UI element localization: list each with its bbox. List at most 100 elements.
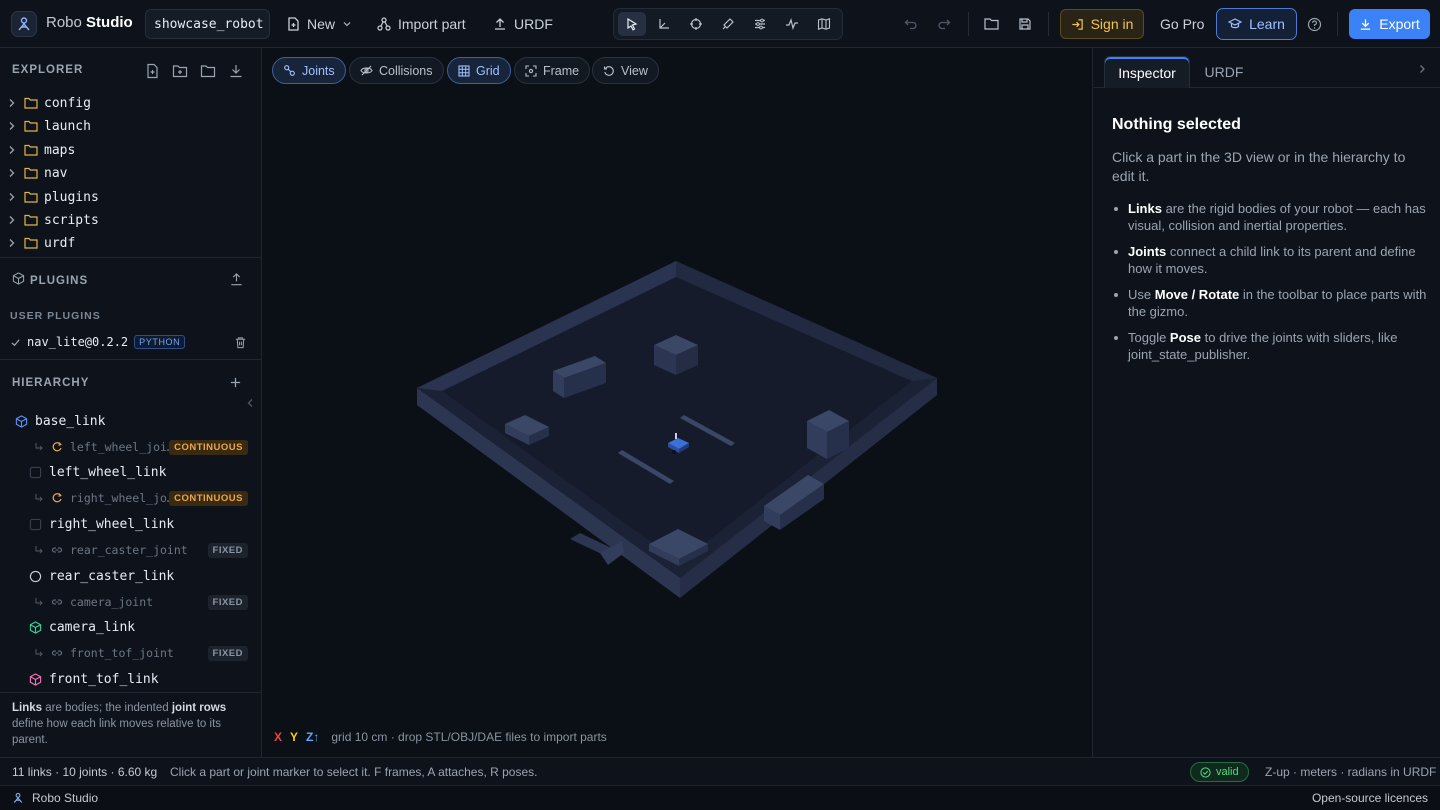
new-folder-icon[interactable] <box>172 63 188 79</box>
joint-name: front_tof_joint <box>70 646 174 660</box>
licences-link[interactable]: Open-source licences <box>1312 791 1428 805</box>
rotate-tool[interactable] <box>682 12 710 36</box>
hierarchy-joint-row[interactable]: left_wheel_joi… CONTINUOUS <box>34 436 262 458</box>
folder-row[interactable]: urdf <box>6 233 75 253</box>
download-icon[interactable] <box>228 63 244 79</box>
tab-inspector[interactable]: Inspector <box>1104 56 1190 88</box>
folder-name: config <box>44 95 91 111</box>
axis-z-label: Z↑ <box>306 730 320 744</box>
redo-button[interactable] <box>934 14 954 34</box>
folder-row[interactable]: plugins <box>6 187 99 207</box>
collisions-toggle[interactable]: Collisions <box>349 57 444 84</box>
urdf-button[interactable]: URDF <box>493 12 553 36</box>
tip-item: Use Move / Rotate in the toolbar to plac… <box>1112 286 1430 320</box>
explorer-title: EXPLORER <box>12 64 84 76</box>
sliders-icon <box>755 18 765 30</box>
folder-icon <box>24 191 38 203</box>
arena-scene[interactable] <box>412 253 942 603</box>
grid-toggle[interactable]: Grid <box>447 57 511 84</box>
fixed-joint-link-icon <box>51 547 63 553</box>
view-button[interactable]: View <box>592 57 659 84</box>
model-summary: 11 links · 10 joints · 6.60 kg <box>12 765 158 779</box>
section-divider <box>0 692 261 693</box>
folder-row[interactable]: maps <box>6 140 75 160</box>
indent-arrow-icon <box>35 598 43 606</box>
top-bar: Robo Studio showcase_robot New Import pa… <box>0 0 1440 48</box>
sign-in-button[interactable]: Sign in <box>1060 9 1144 39</box>
new-button[interactable]: New <box>286 12 352 36</box>
tip-bold: Joints <box>1128 244 1167 259</box>
tip-prefix: Toggle <box>1128 330 1170 345</box>
plot-tool[interactable] <box>778 12 806 36</box>
open-button[interactable] <box>982 14 1002 34</box>
hierarchy-joint-row[interactable]: right_wheel_jo… CONTINUOUS <box>34 487 262 509</box>
folder-icon <box>24 237 38 249</box>
axis-indicator: X Y Z↑ grid 10 cm · drop STL/OBJ/DAE fil… <box>274 730 607 744</box>
wheel-link-icon <box>29 466 42 478</box>
import-part-icon <box>377 17 391 31</box>
hierarchy-link-row[interactable]: front_tof_link <box>29 668 159 690</box>
hierarchy-link-row[interactable]: right_wheel_link <box>29 513 174 535</box>
hierarchy-joint-row[interactable]: rear_caster_joint FIXED <box>34 539 262 561</box>
select-tool[interactable] <box>618 12 646 36</box>
pose-tool[interactable] <box>746 12 774 36</box>
inspector-description: Click a part in the 3D view or in the hi… <box>1112 149 1406 184</box>
learn-button[interactable]: Learn <box>1216 8 1297 40</box>
joints-toggle[interactable]: Joints <box>272 57 346 84</box>
chevron-right-icon[interactable] <box>1417 64 1427 74</box>
view-label: View <box>621 63 648 78</box>
save-button[interactable] <box>1015 14 1035 34</box>
hierarchy-joint-row[interactable]: front_tof_joint FIXED <box>34 642 262 664</box>
app-logo[interactable] <box>11 11 37 37</box>
export-label: Export <box>1379 16 1420 32</box>
hierarchy-link-row[interactable]: rear_caster_link <box>29 565 174 587</box>
graduation-cap-icon <box>1228 18 1243 29</box>
import-part-button[interactable]: Import part <box>377 12 466 36</box>
indent-arrow-icon <box>35 494 43 502</box>
export-button[interactable]: Export <box>1349 9 1430 39</box>
folder-row[interactable]: scripts <box>6 210 99 230</box>
fixed-joint-link-icon <box>51 650 63 656</box>
frame-button[interactable]: Frame <box>514 57 591 84</box>
attach-tool[interactable] <box>714 12 742 36</box>
status-hint: Click a part or joint marker to select i… <box>170 765 538 779</box>
upload-icon <box>495 18 505 30</box>
new-file-icon[interactable] <box>144 63 160 79</box>
go-pro-link[interactable]: Go Pro <box>1160 16 1204 32</box>
3d-viewport[interactable]: Joints Collisions Grid Frame View X Y Z↑… <box>262 48 1092 757</box>
tip-bold: Pose <box>1169 330 1201 345</box>
toolbar-divider <box>1048 12 1049 36</box>
link-name: base_link <box>35 413 106 429</box>
folder-row[interactable]: launch <box>6 116 91 136</box>
upload-plugin-icon[interactable] <box>229 272 244 287</box>
folder-row[interactable]: nav <box>6 163 67 183</box>
help-button[interactable] <box>1304 14 1324 34</box>
joints-icon <box>284 65 295 76</box>
fixed-joint-link-icon <box>51 599 63 605</box>
hierarchy-joint-row[interactable]: camera_joint FIXED <box>34 591 262 613</box>
tab-urdf[interactable]: URDF <box>1203 56 1245 88</box>
project-name-field[interactable]: showcase_robot <box>145 9 270 39</box>
move-tool[interactable] <box>650 12 678 36</box>
folder-icon <box>24 214 38 226</box>
trash-icon[interactable] <box>234 336 247 349</box>
folder-row[interactable]: config <box>6 93 91 113</box>
footer-bar: Robo Studio Open-source licences <box>0 785 1440 810</box>
hierarchy-link-row[interactable]: left_wheel_link <box>29 461 166 483</box>
plus-icon[interactable] <box>229 376 242 389</box>
undo-button[interactable] <box>901 14 921 34</box>
tip-prefix: Use <box>1128 287 1155 302</box>
hierarchy-link-row[interactable]: camera_link <box>29 616 135 638</box>
open-folder-icon[interactable] <box>200 63 216 79</box>
import-part-label: Import part <box>398 16 466 32</box>
plugin-row[interactable]: nav_lite@0.2.2 PYTHON <box>10 335 186 349</box>
validation-badge[interactable]: valid <box>1190 762 1249 782</box>
tip-bold: Links <box>1128 201 1162 216</box>
inspector-title: Nothing selected <box>1112 116 1241 133</box>
map-tool[interactable] <box>810 12 838 36</box>
collapse-sidebar-button[interactable] <box>242 393 258 413</box>
link-name: front_tof_link <box>49 671 159 687</box>
sign-in-icon <box>1071 18 1083 30</box>
hierarchy-link-row[interactable]: base_link <box>15 410 105 432</box>
section-divider <box>0 257 261 258</box>
